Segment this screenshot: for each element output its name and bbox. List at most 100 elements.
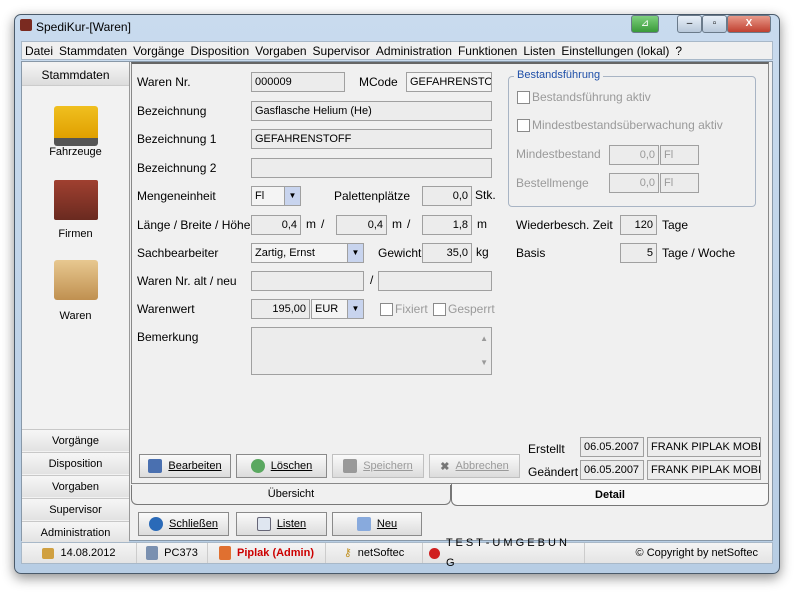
window-title: SpediKur-[Waren]	[36, 20, 131, 34]
fixiert-checkbox[interactable]	[380, 303, 393, 316]
wiederbesch-field[interactable]: 120	[620, 215, 657, 235]
menu-disposition[interactable]: Disposition	[190, 44, 249, 58]
menu-vorgaenge[interactable]: Vorgänge	[133, 44, 184, 58]
waren-nr-field[interactable]: 000009	[251, 72, 345, 92]
basis-field[interactable]: 5	[620, 243, 657, 263]
palettenplaetze-field[interactable]: 0,0	[422, 186, 472, 206]
abbrechen-button[interactable]: ✖ Abbrechen	[429, 454, 520, 478]
lbh-separator: /	[407, 217, 411, 231]
close-button[interactable]: X	[727, 15, 771, 33]
status-user: Piplak (Admin)	[208, 543, 326, 563]
sachbearbeiter-value: Zartig, Ernst	[255, 247, 315, 259]
mengeneinheit-select[interactable]: Fl ▼	[251, 186, 301, 206]
menu-vorgaben[interactable]: Vorgaben	[255, 44, 306, 58]
bestellmenge-field[interactable]: 0,0	[609, 173, 659, 193]
neu-button[interactable]: Neu	[332, 512, 422, 536]
scroll-down-icon[interactable]: ▼	[480, 354, 488, 372]
edit-icon	[148, 459, 163, 473]
waren-nr-neu-field[interactable]	[378, 271, 492, 291]
scroll-up-icon[interactable]: ▲	[480, 330, 488, 348]
sidebar-section-vorgaenge[interactable]: Vorgänge	[22, 429, 129, 451]
speichern-button[interactable]: Speichern	[332, 454, 424, 478]
gewicht-unit: kg	[476, 245, 489, 259]
bestellmenge-label: Bestellmenge	[516, 176, 589, 190]
breite-field[interactable]: 0,4	[336, 215, 387, 235]
app-icon	[20, 19, 32, 31]
sachbearbeiter-select[interactable]: Zartig, Ernst ▼	[251, 243, 364, 263]
bearbeiten-button[interactable]: Bearbeiten	[139, 454, 231, 478]
neu-label: Neu	[376, 518, 398, 530]
menu-supervisor[interactable]: Supervisor	[313, 44, 370, 58]
bezeichnung2-field[interactable]	[251, 158, 492, 178]
tab-uebersicht[interactable]: Übersicht	[131, 485, 451, 505]
box-icon[interactable]	[54, 260, 98, 300]
list-icon	[256, 517, 271, 531]
geaendert-user: FRANK PIPLAK MOBIL	[647, 460, 761, 480]
mindest-aktiv-checkbox[interactable]	[517, 119, 530, 132]
laenge-field[interactable]: 0,4	[251, 215, 301, 235]
sidebar-item-waren[interactable]: Waren	[22, 310, 129, 322]
chevron-down-icon[interactable]: ▼	[284, 187, 300, 205]
status-copyright: © Copyright by netSoftec	[635, 547, 758, 559]
currency-select[interactable]: EUR ▼	[311, 299, 364, 319]
truck-icon[interactable]	[54, 106, 98, 146]
mindestbestand-label: Mindestbestand	[516, 147, 601, 161]
bezeichnung2-label: Bezeichnung 2	[137, 161, 217, 175]
menu-listen[interactable]: Listen	[523, 44, 555, 58]
gewicht-label: Gewicht	[378, 246, 422, 260]
menu-datei[interactable]: Datei	[25, 44, 53, 58]
waren-nr-label: Waren Nr.	[137, 75, 191, 89]
menu-stammdaten[interactable]: Stammdaten	[59, 44, 127, 58]
tab-detail[interactable]: Detail	[451, 484, 769, 506]
bestand-group-title: Bestandsführung	[514, 69, 604, 81]
currency-value: EUR	[315, 303, 339, 315]
erstellt-label: Erstellt	[528, 442, 565, 456]
maximize-button[interactable]: ▫	[702, 15, 727, 33]
status-pc: PC373	[137, 543, 208, 563]
pin-icon[interactable]: ⊿	[631, 15, 659, 33]
sidebar-item-firmen[interactable]: Firmen	[22, 228, 129, 240]
sidebar-section-vorgaben[interactable]: Vorgaben	[22, 475, 129, 497]
sidebar-item-fahrzeuge[interactable]: Fahrzeuge	[22, 146, 129, 158]
chevron-down-icon[interactable]: ▼	[347, 244, 363, 262]
hoehe-field[interactable]: 1,8	[422, 215, 472, 235]
status-date-text: 14.08.2012	[60, 547, 116, 559]
menu-einstellungen[interactable]: Einstellungen (lokal)	[561, 44, 669, 58]
warenwert-field[interactable]: 195,00	[251, 299, 310, 319]
bezeichnung-field[interactable]: Gasflasche Helium (He)	[251, 101, 492, 121]
listen-button[interactable]: Listen	[236, 512, 327, 536]
status-pc-text: PC373	[164, 547, 198, 559]
loeschen-button[interactable]: Löschen	[236, 454, 327, 478]
chevron-down-icon[interactable]: ▼	[347, 300, 363, 318]
mindestbestand-field[interactable]: 0,0	[609, 145, 659, 165]
menu-bar: Datei Stammdaten Vorgänge Disposition Vo…	[21, 41, 773, 60]
waren-nr-alt-field[interactable]	[251, 271, 364, 291]
status-env-text: T E S T - U M G E B U N G	[445, 537, 567, 569]
sidebar-section-supervisor[interactable]: Supervisor	[22, 498, 129, 520]
sidebar-header[interactable]: Stammdaten	[22, 64, 129, 86]
minimize-button[interactable]: –	[677, 15, 702, 33]
menu-funktionen[interactable]: Funktionen	[458, 44, 517, 58]
breite-unit: m	[392, 217, 402, 231]
menu-help[interactable]: ?	[675, 44, 682, 58]
laenge-unit: m	[306, 217, 316, 231]
hoehe-unit: m	[477, 217, 487, 231]
gewicht-field[interactable]: 35,0	[422, 243, 472, 263]
sidebar-section-disposition[interactable]: Disposition	[22, 452, 129, 474]
waren-nr-alt-neu-label: Waren Nr. alt / neu	[137, 274, 237, 288]
bezeichnung1-field[interactable]: GEFAHRENSTOFF	[251, 129, 492, 149]
lbh-label: Länge / Breite / Höhe	[137, 218, 251, 232]
schliessen-button[interactable]: Schließen	[138, 512, 229, 536]
gesperrt-checkbox[interactable]	[433, 303, 446, 316]
sidebar-section-administration[interactable]: Administration	[22, 521, 129, 543]
bezeichnung1-label: Bezeichnung 1	[137, 132, 217, 146]
bemerkung-textarea[interactable]: ▲ ▼	[251, 327, 492, 375]
mengeneinheit-label: Mengeneinheit	[137, 189, 216, 203]
menu-administration[interactable]: Administration	[376, 44, 452, 58]
factory-icon[interactable]	[54, 180, 98, 220]
erstellt-user: FRANK PIPLAK MOBIL	[647, 437, 761, 457]
mcode-field[interactable]: GEFAHRENSTOFF	[406, 72, 492, 92]
close-circle-icon	[149, 517, 164, 531]
schliessen-label: Schließen	[169, 518, 218, 530]
bestand-aktiv-checkbox[interactable]	[517, 91, 530, 104]
